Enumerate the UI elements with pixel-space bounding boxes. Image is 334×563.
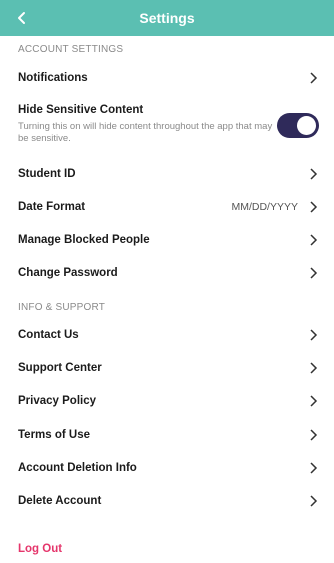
notifications-label: Notifications	[18, 71, 88, 84]
change-password-row[interactable]: Change Password	[0, 256, 334, 289]
notifications-row[interactable]: Notifications	[0, 61, 334, 94]
chevron-right-icon	[310, 429, 318, 441]
manage-blocked-people-row[interactable]: Manage Blocked People	[0, 223, 334, 256]
delete-account-row[interactable]: Delete Account	[0, 484, 334, 517]
log-out-button[interactable]: Log Out	[18, 543, 62, 555]
chevron-right-icon	[310, 495, 318, 507]
page-title: Settings	[139, 10, 195, 26]
chevron-right-icon	[310, 267, 318, 279]
chevron-right-icon	[310, 72, 318, 84]
chevron-right-icon	[310, 201, 318, 213]
chevron-left-icon	[18, 12, 25, 24]
account-deletion-info-row[interactable]: Account Deletion Info	[0, 451, 334, 484]
chevron-right-icon	[310, 395, 318, 407]
section-header-info-support: INFO & SUPPORT	[18, 302, 106, 313]
student-id-row[interactable]: Student ID	[0, 157, 334, 190]
hide-sensitive-content-label: Hide Sensitive Content	[18, 104, 144, 116]
account-deletion-info-label: Account Deletion Info	[18, 461, 137, 474]
toggle-knob	[297, 116, 316, 135]
terms-of-use-label: Terms of Use	[18, 428, 91, 441]
contact-us-row[interactable]: Contact Us	[0, 318, 334, 351]
contact-us-label: Contact Us	[18, 328, 79, 341]
chevron-right-icon	[310, 234, 318, 246]
date-format-row[interactable]: Date Format MM/DD/YYYY	[0, 190, 334, 223]
change-password-label: Change Password	[18, 266, 118, 279]
hide-sensitive-content-row: Hide Sensitive Content Turning this on w…	[0, 96, 334, 156]
hide-sensitive-content-toggle[interactable]	[277, 113, 319, 138]
student-id-label: Student ID	[18, 167, 76, 180]
chevron-right-icon	[310, 329, 318, 341]
section-header-account-settings: ACCOUNT SETTINGS	[18, 44, 124, 55]
privacy-policy-label: Privacy Policy	[18, 394, 96, 407]
hide-sensitive-content-description: Turning this on will hide content throug…	[18, 121, 273, 144]
date-format-label: Date Format	[18, 200, 86, 213]
delete-account-label: Delete Account	[18, 494, 102, 507]
header-bar: Settings	[0, 0, 334, 36]
back-button[interactable]	[8, 4, 36, 32]
support-center-row[interactable]: Support Center	[0, 351, 334, 384]
privacy-policy-row[interactable]: Privacy Policy	[0, 384, 334, 417]
manage-blocked-people-label: Manage Blocked People	[18, 233, 150, 246]
chevron-right-icon	[310, 362, 318, 374]
support-center-label: Support Center	[18, 361, 102, 374]
chevron-right-icon	[310, 462, 318, 474]
chevron-right-icon	[310, 168, 318, 180]
date-format-value: MM/DD/YYYY	[231, 200, 298, 213]
terms-of-use-row[interactable]: Terms of Use	[0, 418, 334, 451]
